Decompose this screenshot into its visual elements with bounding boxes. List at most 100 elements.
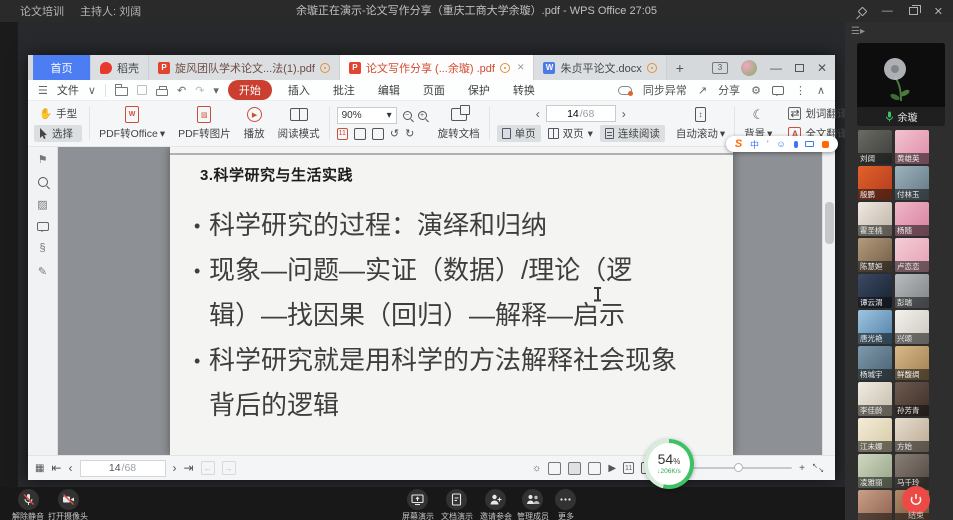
participant-tile[interactable]: 黄雄英 — [895, 130, 929, 164]
menu-edit[interactable]: 编辑 — [371, 82, 407, 98]
history-back-icon[interactable]: ← — [201, 461, 215, 475]
participant-tile[interactable]: 卢恋恋 — [895, 238, 929, 272]
slideshow-icon[interactable]: ▶ — [608, 463, 616, 474]
view-layout-icon[interactable]: ▦ — [35, 463, 44, 474]
menu-convert[interactable]: 转换 — [506, 82, 542, 98]
comment-panel-icon[interactable] — [37, 222, 49, 231]
participant-tile[interactable]: 陈慧姮 — [858, 238, 892, 272]
rotate-right-icon[interactable]: ↻ — [405, 127, 414, 140]
participant-tile[interactable]: 孙芳青 — [895, 382, 929, 416]
ime-mic-icon[interactable] — [794, 141, 798, 148]
participant-tile[interactable]: 鲜馥绸 — [895, 346, 929, 380]
tab-home[interactable]: 首页 — [33, 55, 91, 80]
comment-bubble-icon[interactable] — [772, 86, 784, 95]
menu-protect[interactable]: 保护 — [461, 82, 497, 98]
rotate-left-icon[interactable]: ↺ — [390, 127, 399, 140]
fullscreen-icon[interactable]: ↖↘ — [812, 462, 824, 474]
actual-size-icon[interactable]: 11 — [623, 462, 634, 474]
zoom-level-select[interactable]: 90% ▾ — [337, 107, 397, 124]
zoom-out-icon[interactable]: − — [403, 111, 412, 120]
participant-tile[interactable]: 方始 — [895, 418, 929, 452]
last-page-icon[interactable]: ⇥ — [184, 461, 194, 475]
redo-icon[interactable]: ↷ — [195, 84, 204, 97]
zoom-in-icon[interactable]: + — [418, 111, 427, 120]
first-page-icon[interactable]: ⇤ — [51, 461, 61, 475]
rotate-document-button[interactable]: 旋转文档 — [432, 103, 486, 144]
menu-insert[interactable]: 插入 — [281, 82, 317, 98]
hand-tool-button[interactable]: ✋ 手型 — [34, 105, 82, 122]
participant-tile[interactable]: 李佳龄 — [858, 382, 892, 416]
participant-tile[interactable]: 谭云渭 — [858, 274, 892, 308]
slide-page[interactable]: 3.科学研究与生活实践 • 科学研究的过程：演绎和归纳 • 现象—问题—实证（数… — [170, 147, 733, 455]
tab-doc3[interactable]: W 朱贞平论文.docx — [534, 55, 666, 80]
toolbar-options-icon[interactable]: ▾ — [213, 84, 219, 97]
double-page-button[interactable]: 双页 ▾ — [543, 125, 598, 142]
collapse-ribbon-icon[interactable]: ∧ — [817, 84, 825, 97]
sidebar-layout-icon[interactable]: ☰▸ — [851, 26, 865, 37]
history-forward-icon[interactable]: → — [222, 461, 236, 475]
participant-tile[interactable]: 兴颂 — [895, 310, 929, 344]
gear-icon[interactable]: ⚙ — [751, 84, 761, 97]
account-avatar[interactable] — [741, 60, 757, 76]
view-double-icon[interactable] — [588, 462, 601, 475]
emoji-icon[interactable]: ☺ — [777, 139, 786, 149]
tab-docer[interactable]: 稻壳 — [91, 55, 149, 80]
ime-toolbar[interactable]: S 中 ’ ☺ — [726, 136, 838, 152]
undo-icon[interactable]: ↶ — [177, 84, 186, 97]
auto-scroll-button[interactable]: ↕ 自动滚动▾ — [670, 103, 731, 144]
view-fit-icon[interactable] — [568, 462, 581, 475]
sync-status[interactable]: 同步异常 — [643, 82, 687, 98]
sogou-logo-icon[interactable]: S — [735, 138, 742, 150]
restore-icon[interactable] — [909, 7, 918, 15]
zoom-in-icon[interactable]: + — [799, 463, 805, 474]
pdf-to-office-button[interactable]: W PDF转Office▾ — [93, 103, 171, 144]
zoom-slider[interactable] — [692, 467, 792, 469]
pin-icon[interactable] — [857, 6, 867, 16]
continuous-read-button[interactable]: 连续阅读 — [600, 125, 665, 142]
close-button[interactable]: ✕ — [934, 5, 943, 18]
participant-tile[interactable]: 刘阔 — [858, 130, 892, 164]
screen-share-button[interactable] — [407, 489, 428, 510]
file-menu[interactable]: 文件 — [57, 82, 79, 98]
tab-doc2-active[interactable]: P 论文写作分享 (...余璇) .pdf ✕ — [340, 55, 535, 80]
print-icon[interactable] — [156, 89, 168, 96]
wps-close-button[interactable]: ✕ — [817, 61, 827, 75]
participant-tile[interactable]: 殷鹏 — [858, 166, 892, 200]
fit-width-icon[interactable] — [372, 128, 384, 140]
new-tab-button[interactable]: + — [667, 55, 693, 80]
page-number-input[interactable]: 14 /68 — [546, 105, 616, 122]
participant-tile[interactable]: 付林玉 — [895, 166, 929, 200]
tab-doc1[interactable]: P 旋风团队学术论文...法(1).pdf — [149, 55, 340, 80]
bookmark-icon[interactable]: ⚑ — [38, 153, 48, 166]
prev-page-icon[interactable]: ‹ — [536, 107, 540, 121]
tab-close-icon[interactable]: ✕ — [517, 62, 525, 73]
search-panel-icon[interactable] — [38, 177, 48, 187]
participant-tile[interactable]: 杨城宇 — [858, 346, 892, 380]
unmute-button[interactable] — [18, 489, 39, 510]
open-icon[interactable] — [115, 87, 128, 96]
ime-keyboard-icon[interactable] — [805, 141, 814, 147]
menu-comment[interactable]: 批注 — [326, 82, 362, 98]
invite-button[interactable] — [485, 489, 506, 510]
participant-tile[interactable]: 凌雅丽 — [858, 454, 892, 488]
participant-tile[interactable]: 马千玲 — [895, 454, 929, 488]
select-tool-button[interactable]: 选择 — [34, 125, 82, 142]
minimize-button[interactable]: — — [882, 5, 893, 17]
wps-maximize-icon[interactable] — [795, 64, 804, 72]
manage-members-button[interactable] — [522, 489, 543, 510]
participant-tile[interactable]: 杨随 — [895, 202, 929, 236]
doc-share-button[interactable] — [446, 489, 467, 510]
participant-tile[interactable]: 唐光艳 — [858, 310, 892, 344]
fit-page-icon[interactable] — [354, 128, 366, 140]
zoom-slider-knob[interactable] — [734, 463, 743, 472]
status-page-input[interactable]: 14 /68 — [80, 460, 166, 477]
window-count-badge[interactable]: 3 — [712, 62, 728, 74]
menu-page[interactable]: 页面 — [416, 82, 452, 98]
menu-icon[interactable]: ☰ — [38, 84, 48, 97]
share-button[interactable]: 分享 — [718, 82, 740, 98]
pdf-to-image-button[interactable]: ▨ PDF转图片 — [172, 103, 237, 144]
more-menu-icon[interactable]: ⋮ — [795, 84, 806, 97]
camera-on-button[interactable] — [58, 489, 79, 510]
thumbnail-panel-icon[interactable]: ▨ — [37, 198, 47, 211]
ime-skin-icon[interactable] — [822, 141, 829, 148]
